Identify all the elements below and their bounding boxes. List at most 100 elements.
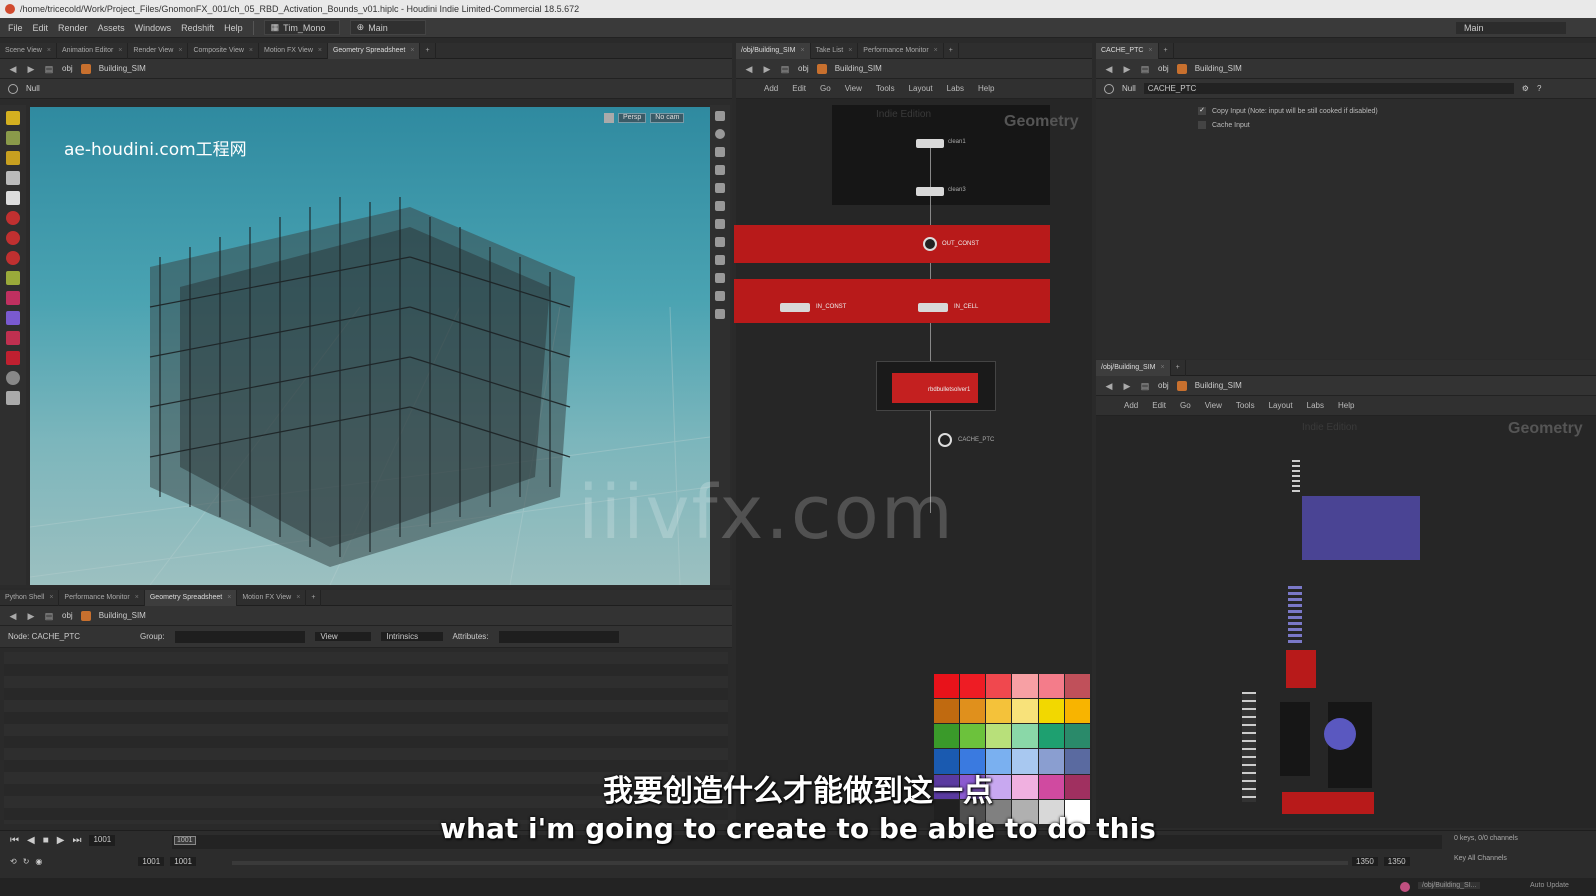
path-building-sim[interactable]: Building_SIM	[835, 64, 882, 73]
key-all-channels-button[interactable]: Key All Channels	[1454, 855, 1507, 862]
close-icon[interactable]: ×	[227, 590, 231, 606]
end-frame-field[interactable]: 1350	[1352, 857, 1378, 866]
loop-icon[interactable]: ↻	[23, 857, 30, 866]
path-obj[interactable]: obj	[1158, 64, 1169, 73]
tab-take-list[interactable]: Take List ×	[811, 42, 859, 59]
node-in-const[interactable]	[780, 303, 810, 312]
gear-icon[interactable]: ⚙	[1522, 84, 1529, 93]
select-icon[interactable]	[8, 83, 18, 94]
path-obj[interactable]: obj	[1158, 381, 1169, 390]
close-icon[interactable]: ×	[1148, 43, 1152, 59]
tab-building-sim-2[interactable]: /obj/Building_SIM ×	[1096, 359, 1171, 376]
grid-toggle-icon[interactable]	[715, 291, 725, 301]
group-input[interactable]	[174, 630, 305, 643]
path-building-sim[interactable]: Building_SIM	[1195, 381, 1242, 390]
palette-swatch[interactable]	[1012, 724, 1038, 749]
forward-arrow-icon[interactable]: ▶	[1122, 381, 1132, 391]
node-cache-ptc[interactable]	[938, 433, 952, 447]
tab-render-view[interactable]: Render View ×	[128, 42, 189, 59]
help-icon[interactable]: ?	[1537, 84, 1541, 93]
realtime-icon[interactable]: ⟲	[10, 857, 17, 866]
wireframe-icon[interactable]	[715, 165, 725, 175]
palette-swatch[interactable]	[960, 674, 986, 699]
back-arrow-icon[interactable]: ◀	[8, 611, 18, 621]
add-tab-button[interactable]: +	[306, 589, 322, 606]
auto-update-button[interactable]: Auto Update	[1530, 882, 1569, 889]
back-arrow-icon[interactable]: ◀	[1104, 64, 1114, 74]
palette-swatch[interactable]	[934, 674, 960, 699]
menu-file[interactable]: File	[8, 23, 23, 33]
palette-swatch[interactable]	[1038, 674, 1064, 699]
persp-button[interactable]: Persp	[618, 113, 647, 123]
palette-swatch[interactable]	[1064, 674, 1090, 699]
pivot-icon[interactable]	[6, 291, 20, 305]
tab-motion-fx-view[interactable]: Motion FX View ×	[259, 42, 328, 59]
template-icon[interactable]	[715, 273, 725, 283]
normals-icon[interactable]	[715, 237, 725, 247]
menu-redshift[interactable]: Redshift	[181, 23, 214, 33]
node-in-cell[interactable]	[918, 303, 948, 312]
add-tab-button[interactable]: +	[420, 42, 436, 59]
menu-render[interactable]: Render	[58, 23, 88, 33]
forward-arrow-icon[interactable]: ▶	[26, 611, 36, 621]
menu-labs[interactable]: Labs	[1307, 401, 1324, 410]
lock-camera-icon[interactable]	[604, 113, 614, 123]
range-slider[interactable]	[232, 861, 1348, 865]
add-tab-button[interactable]: +	[1171, 359, 1186, 376]
desktop-selector[interactable]: ▦ Tim_Mono	[263, 20, 340, 35]
select-tool-icon[interactable]	[6, 111, 20, 125]
back-arrow-icon[interactable]: ◀	[744, 64, 754, 74]
snap-icon[interactable]	[6, 231, 20, 245]
node-out-const[interactable]	[923, 237, 937, 251]
menu-tools[interactable]: Tools	[876, 84, 895, 93]
node-stack-2[interactable]	[1288, 586, 1302, 646]
handle-icon[interactable]	[6, 271, 20, 285]
menu-go[interactable]: Go	[820, 84, 831, 93]
menu-help[interactable]: Help	[224, 23, 243, 33]
copy-input-checkbox[interactable]: ✓	[1198, 107, 1206, 115]
node-clean1[interactable]	[916, 139, 944, 148]
path-obj[interactable]: obj	[62, 611, 73, 620]
tab-animation-editor[interactable]: Animation Editor ×	[57, 42, 129, 59]
audio-icon[interactable]: ◉	[35, 857, 42, 866]
add-tab-button[interactable]: +	[944, 42, 959, 59]
add-tab-button[interactable]: +	[1159, 42, 1174, 59]
close-icon[interactable]: ×	[118, 43, 122, 59]
path-building-sim[interactable]: Building_SIM	[1195, 64, 1242, 73]
path-building-sim[interactable]: Building_SIM	[99, 64, 146, 73]
forward-arrow-icon[interactable]: ▶	[26, 64, 36, 74]
palette-swatch[interactable]	[1064, 699, 1090, 724]
tab-scene-view[interactable]: Scene View ×	[0, 42, 57, 59]
close-icon[interactable]: ×	[1160, 360, 1164, 376]
palette-swatch[interactable]	[960, 724, 986, 749]
close-icon[interactable]: ×	[410, 43, 414, 59]
status-path[interactable]: /obj/Building_SI...	[1418, 882, 1481, 889]
magnet-snap-icon[interactable]	[6, 351, 20, 365]
cache-input-checkbox[interactable]	[1198, 121, 1206, 129]
back-arrow-icon[interactable]: ◀	[1104, 381, 1114, 391]
close-icon[interactable]: ×	[800, 43, 804, 59]
back-arrow-icon[interactable]: ◀	[8, 64, 18, 74]
frame-selection-icon[interactable]	[715, 183, 725, 193]
menu-view[interactable]: View	[845, 84, 862, 93]
menu-edit[interactable]: Edit	[1152, 401, 1166, 410]
tab-building-sim[interactable]: /obj/Building_SIM ×	[736, 42, 811, 59]
tab-performance-monitor[interactable]: Performance Monitor ×	[858, 42, 944, 59]
close-icon[interactable]: ×	[249, 43, 253, 59]
node-clean3[interactable]	[916, 187, 944, 196]
menu-add[interactable]: Add	[764, 84, 778, 93]
view-icon[interactable]	[6, 311, 20, 325]
display-icon[interactable]	[6, 391, 20, 405]
path-building-sim[interactable]: Building_SIM	[99, 611, 146, 620]
desktop-selector-main[interactable]: ⊕ Main	[349, 20, 426, 35]
pointer-icon[interactable]	[6, 171, 20, 185]
palette-swatch[interactable]	[934, 724, 960, 749]
palette-swatch[interactable]	[1038, 699, 1064, 724]
snap-grid-icon[interactable]	[6, 251, 20, 265]
shading-icon[interactable]	[715, 129, 725, 139]
attributes-input[interactable]	[498, 630, 619, 643]
forward-arrow-icon[interactable]: ▶	[762, 64, 772, 74]
path-obj[interactable]: obj	[62, 64, 73, 73]
tab-composite-view[interactable]: Composite View ×	[188, 42, 259, 59]
forward-arrow-icon[interactable]: ▶	[1122, 64, 1132, 74]
